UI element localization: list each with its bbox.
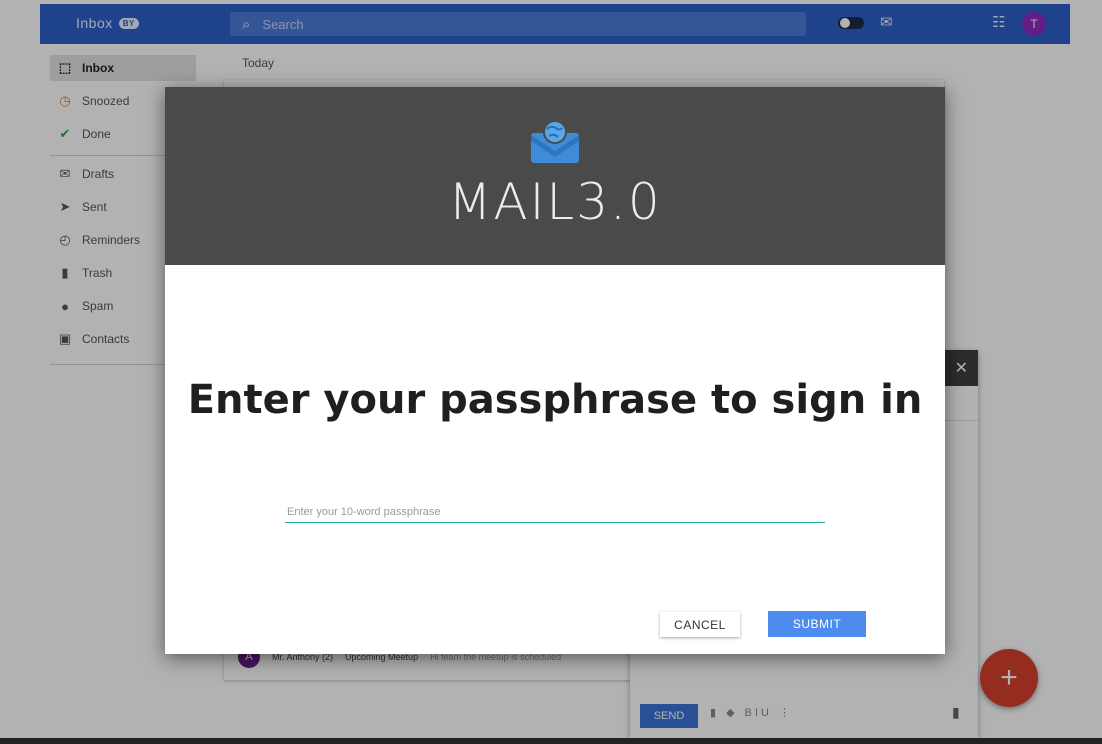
submit-button[interactable]: SUBMIT [768,611,866,637]
dialog-title: Enter your passphrase to sign in [187,377,923,423]
passphrase-input[interactable] [285,501,825,523]
cancel-button[interactable]: CANCEL [660,612,740,637]
envelope-globe-icon [531,120,579,163]
sign-in-dialog: MAIL3.0 Enter your passphrase to sign in… [165,87,945,654]
dialog-header: MAIL3.0 [165,87,945,265]
bottom-edge [0,738,1102,744]
brand-wordmark: MAIL3.0 [448,173,662,231]
